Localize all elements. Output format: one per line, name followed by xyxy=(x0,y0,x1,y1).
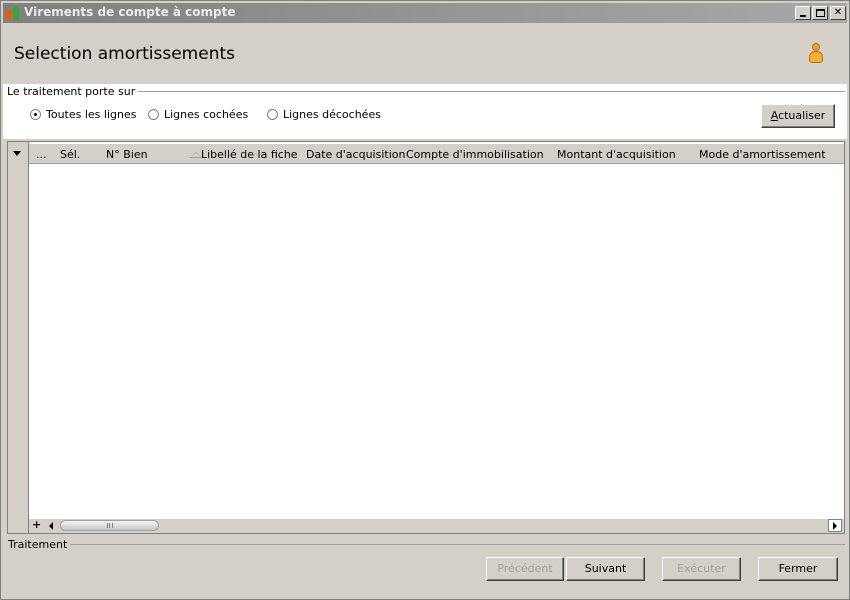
window-title: Virements de compte à compte xyxy=(24,5,236,19)
execute-button[interactable]: Exécuter xyxy=(662,557,741,581)
grid-body[interactable] xyxy=(29,165,844,518)
close-button[interactable]: Fermer xyxy=(758,557,838,581)
main-window: Virements de compte à compte ✕ Selection… xyxy=(0,0,850,600)
close-icon: ✕ xyxy=(833,7,843,18)
treatment-group-label: Traitement xyxy=(8,538,71,551)
refresh-button-mnemonic: A xyxy=(770,109,779,122)
user-icon[interactable] xyxy=(807,43,825,67)
title-bar[interactable]: Virements de compte à compte ✕ xyxy=(3,3,847,23)
maximize-button[interactable] xyxy=(812,6,828,20)
assets-grid[interactable]: ... Sél. N° Bien Libellé de la fiche Dat… xyxy=(7,141,845,534)
column-header-asset-account[interactable]: Compte d'immobilisation xyxy=(406,148,544,161)
scroll-right-icon[interactable] xyxy=(833,522,837,530)
close-window-button[interactable]: ✕ xyxy=(830,6,846,20)
radio-checked-lines-label: Lignes cochées xyxy=(164,108,249,121)
scrollbar-thumb[interactable] xyxy=(60,520,159,531)
page-title: Selection amortissements xyxy=(14,44,235,64)
refresh-button[interactable]: Actualiser xyxy=(761,104,835,128)
refresh-button-label: ctualiser xyxy=(778,109,826,122)
grid-horizontal-scrollbar[interactable]: + xyxy=(29,518,844,533)
minimize-button[interactable] xyxy=(795,6,811,20)
column-header-asset-number[interactable]: N° Bien xyxy=(106,148,148,161)
column-header-acquisition-date[interactable]: Date d'acquisition xyxy=(306,148,405,161)
radio-selected-icon xyxy=(30,109,41,120)
app-icon xyxy=(6,6,20,20)
grid-menu-icon[interactable] xyxy=(13,151,21,156)
previous-button[interactable]: Précédent xyxy=(486,557,564,581)
radio-unselected-icon xyxy=(267,109,278,120)
radio-all-lines-label: Toutes les lignes xyxy=(46,108,137,121)
radio-unchecked-lines-label: Lignes décochées xyxy=(283,108,381,121)
page-header: Selection amortissements xyxy=(3,24,847,84)
scope-group-label: Le traitement porte sur xyxy=(7,85,139,98)
grid-row-selector-column xyxy=(8,142,29,533)
group-divider xyxy=(121,91,845,92)
scroll-left-icon[interactable] xyxy=(49,522,53,530)
grip-icon xyxy=(107,523,113,528)
column-header-selection[interactable]: Sél. xyxy=(60,148,80,161)
grid-header: ... Sél. N° Bien Libellé de la fiche Dat… xyxy=(29,144,844,164)
minimize-icon xyxy=(800,15,806,17)
column-header-label[interactable]: Libellé de la fiche xyxy=(201,148,298,161)
column-header-more[interactable]: ... xyxy=(36,148,47,161)
column-header-acquisition-amount[interactable]: Montant d'acquisition xyxy=(557,148,676,161)
scope-options-panel: Le traitement porte sur Toutes les ligne… xyxy=(3,84,847,139)
radio-unselected-icon xyxy=(148,109,159,120)
treatment-divider xyxy=(63,544,845,545)
add-row-icon[interactable]: + xyxy=(32,518,41,531)
next-button[interactable]: Suivant xyxy=(566,557,645,581)
maximize-icon xyxy=(816,9,825,17)
column-header-depreciation-mode[interactable]: Mode d'amortissement xyxy=(699,148,826,161)
